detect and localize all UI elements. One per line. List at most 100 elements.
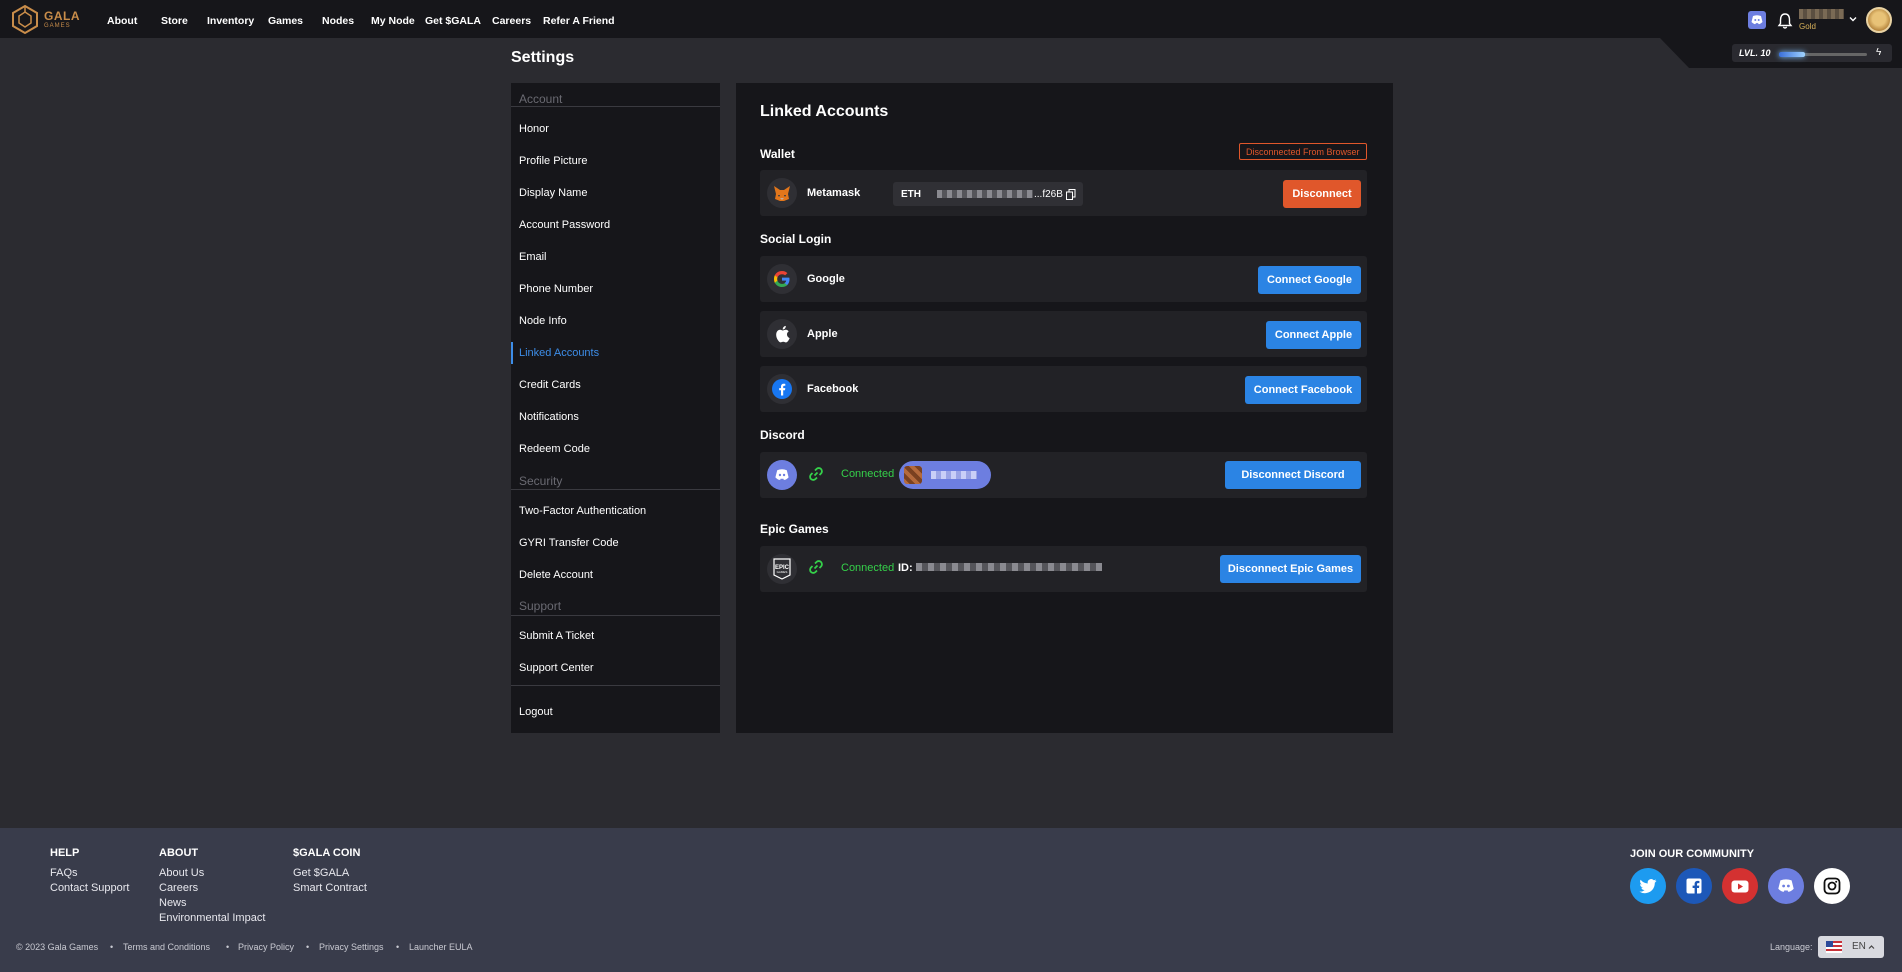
discord-username-redacted (931, 471, 977, 479)
chevron-up-icon (1868, 945, 1875, 949)
facebook-social-icon[interactable] (1676, 868, 1712, 904)
nav-inventory[interactable]: Inventory (207, 15, 254, 27)
sidebar-item-linked-accounts[interactable]: Linked Accounts (519, 347, 599, 359)
wallet-name: Metamask (807, 187, 861, 199)
sidebar-item-two-factor[interactable]: Two-Factor Authentication (519, 505, 646, 517)
nav-store[interactable]: Store (161, 15, 188, 27)
sidebar-section-support: Support (519, 599, 562, 613)
social-login-heading: Social Login (760, 232, 832, 246)
sidebar-item-honor[interactable]: Honor (519, 123, 549, 135)
footer-link-terms[interactable]: Terms and Conditions (123, 942, 210, 952)
footer-separator: • (396, 942, 400, 952)
footer-separator: • (226, 942, 230, 952)
footer-link-environmental-impact[interactable]: Environmental Impact (159, 912, 265, 924)
nav-careers[interactable]: Careers (492, 15, 531, 27)
footer-about-heading: ABOUT (159, 847, 199, 859)
discord-heading: Discord (760, 428, 805, 442)
language-selector[interactable]: EN (1818, 936, 1884, 958)
copy-icon[interactable] (1066, 189, 1076, 200)
wallet-status-badge: Disconnected From Browser (1239, 143, 1367, 160)
instagram-icon[interactable] (1814, 868, 1850, 904)
footer-link-privacy-policy[interactable]: Privacy Policy (238, 942, 294, 952)
twitter-icon[interactable] (1630, 868, 1666, 904)
discord-user-avatar (904, 466, 922, 484)
apple-label: Apple (807, 328, 838, 340)
footer-link-faqs[interactable]: FAQs (50, 867, 78, 879)
footer-link-privacy-settings[interactable]: Privacy Settings (319, 942, 384, 952)
footer-gala-coin-heading: $GALA COIN (293, 847, 361, 859)
notification-bell-icon[interactable] (1776, 12, 1794, 30)
sidebar-item-logout[interactable]: Logout (519, 706, 553, 718)
epic-games-heading: Epic Games (760, 522, 829, 536)
footer-link-smart-contract[interactable]: Smart Contract (293, 882, 367, 894)
epic-games-icon: EPIC GAMES (767, 554, 797, 584)
apple-icon (767, 319, 797, 349)
footer-link-get-gala[interactable]: Get $GALA (293, 867, 349, 879)
community-heading: JOIN OUR COMMUNITY (1630, 848, 1755, 860)
connect-facebook-button[interactable]: Connect Facebook (1245, 376, 1361, 404)
wallet-address-suffix: ...f26B (1034, 189, 1063, 200)
footer-help-heading: HELP (50, 847, 80, 859)
sidebar-item-node-info[interactable]: Node Info (519, 315, 567, 327)
divider (511, 615, 720, 616)
sidebar-item-gyri-transfer-code[interactable]: GYRI Transfer Code (519, 537, 619, 549)
sidebar-item-email[interactable]: Email (519, 251, 547, 263)
footer-link-about-us[interactable]: About Us (159, 867, 204, 879)
language-value: EN (1852, 941, 1866, 952)
nav-nodes[interactable]: Nodes (322, 15, 354, 27)
epic-id-redacted (916, 563, 1102, 571)
panel-title: Linked Accounts (760, 103, 889, 120)
sidebar-item-account-password[interactable]: Account Password (519, 219, 610, 231)
sidebar-item-support-center[interactable]: Support Center (519, 662, 594, 674)
level-progress-fill (1779, 52, 1806, 57)
google-label: Google (807, 273, 845, 285)
link-icon (809, 467, 823, 481)
sidebar-item-display-name[interactable]: Display Name (519, 187, 587, 199)
sidebar-item-notifications[interactable]: Notifications (519, 411, 579, 423)
discord-logo-icon (767, 460, 797, 490)
epic-id-label: ID: (898, 562, 913, 574)
footer-link-news[interactable]: News (159, 897, 187, 909)
discord-status: Connected (841, 468, 895, 480)
divider (511, 489, 720, 490)
sidebar-item-phone-number[interactable]: Phone Number (519, 283, 593, 295)
sidebar-item-delete-account[interactable]: Delete Account (519, 569, 593, 581)
sidebar-item-redeem-code[interactable]: Redeem Code (519, 443, 590, 455)
youtube-icon[interactable] (1722, 868, 1758, 904)
sidebar-item-profile-picture[interactable]: Profile Picture (519, 155, 587, 167)
connect-google-button[interactable]: Connect Google (1258, 266, 1361, 294)
user-tier: Gold (1799, 22, 1816, 31)
divider (511, 685, 720, 686)
connect-apple-button[interactable]: Connect Apple (1266, 321, 1361, 349)
active-indicator (511, 342, 513, 364)
sidebar-item-submit-ticket[interactable]: Submit A Ticket (519, 630, 594, 642)
disconnect-discord-button[interactable]: Disconnect Discord (1225, 461, 1361, 489)
nav-refer-a-friend[interactable]: Refer A Friend (543, 15, 615, 27)
footer-link-contact-support[interactable]: Contact Support (50, 882, 130, 894)
nav-get-gala[interactable]: Get $GALA (425, 15, 481, 27)
discord-user-pill (899, 461, 991, 489)
disconnect-epic-games-button[interactable]: Disconnect Epic Games (1220, 555, 1361, 583)
nav-about[interactable]: About (107, 15, 137, 27)
avatar[interactable] (1866, 7, 1892, 33)
page-title: Settings (511, 49, 575, 66)
gala-logo[interactable]: GALA GAMES (10, 4, 80, 34)
epic-status: Connected (841, 562, 895, 574)
wallet-disconnect-button[interactable]: Disconnect (1283, 180, 1361, 208)
level-label: LVL. 10 (1739, 48, 1771, 58)
copyright: © 2023 Gala Games (16, 942, 99, 952)
footer-link-launcher-eula[interactable]: Launcher EULA (409, 942, 473, 952)
brand-sub: GAMES (44, 22, 71, 29)
facebook-icon (767, 374, 797, 404)
discord-icon[interactable] (1748, 11, 1766, 29)
nav-games[interactable]: Games (268, 15, 303, 27)
footer-link-careers[interactable]: Careers (159, 882, 198, 894)
nav-my-node[interactable]: My Node (371, 15, 415, 27)
username-redacted (1799, 9, 1844, 19)
footer-separator: • (110, 942, 114, 952)
discord-social-icon[interactable] (1768, 868, 1804, 904)
chevron-down-icon[interactable] (1849, 15, 1857, 23)
wallet-chain: ETH (901, 189, 921, 200)
sidebar-item-credit-cards[interactable]: Credit Cards (519, 379, 581, 391)
language-label: Language: (1770, 942, 1813, 952)
